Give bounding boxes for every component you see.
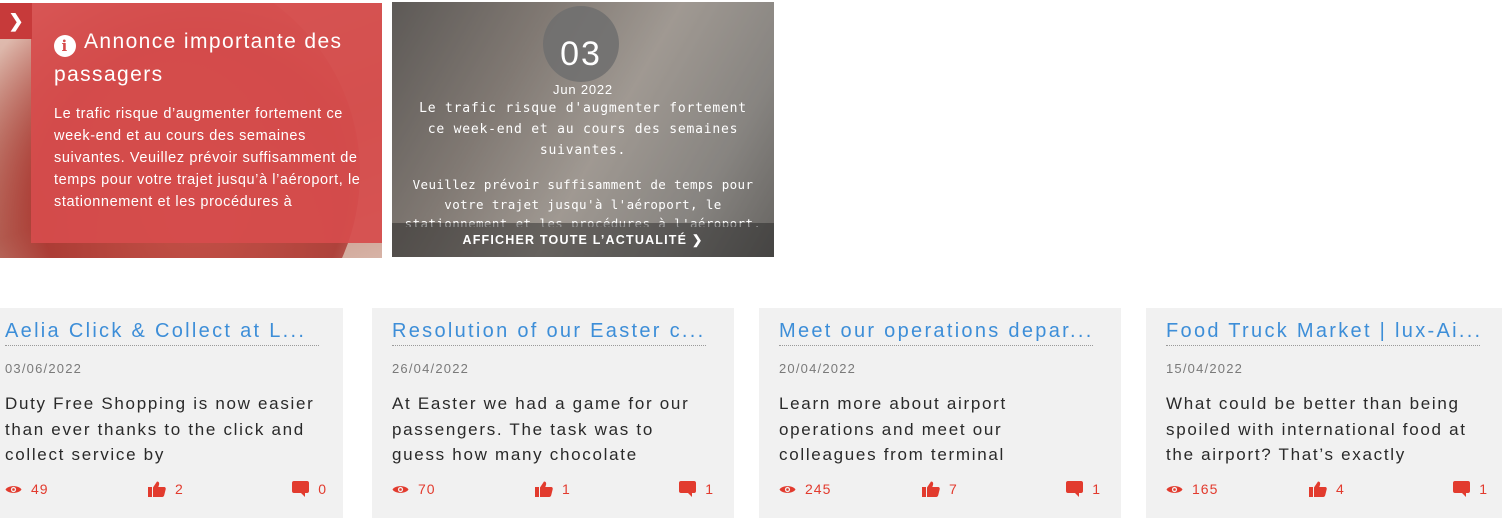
announcement-title-text: Annonce importante des passagers bbox=[54, 30, 343, 86]
announcement-tile: i Annonce importante des passagers Le tra… bbox=[0, 3, 382, 258]
views-count: 49 bbox=[31, 481, 49, 497]
comment-stat[interactable]: 1 bbox=[1453, 481, 1488, 497]
thumbs-up-icon bbox=[922, 481, 940, 497]
like-stat[interactable]: 4 bbox=[1309, 481, 1345, 497]
eye-icon bbox=[1166, 485, 1183, 493]
card-stats: 49 2 0 bbox=[5, 481, 327, 501]
news-card[interactable]: Resolution of our Easter c... 26/04/2022… bbox=[372, 308, 734, 518]
card-date: 03/06/2022 bbox=[5, 361, 83, 376]
thumbs-up-icon bbox=[148, 481, 166, 497]
like-stat[interactable]: 1 bbox=[535, 481, 571, 497]
comment-stat[interactable]: 1 bbox=[679, 481, 714, 497]
comments-count: 1 bbox=[705, 481, 714, 497]
comment-stat[interactable]: 0 bbox=[292, 481, 327, 497]
comments-count: 1 bbox=[1092, 481, 1101, 497]
eye-icon bbox=[5, 485, 22, 493]
comment-icon bbox=[679, 481, 697, 497]
views-stat: 49 bbox=[5, 481, 49, 497]
card-excerpt: Learn more about airport operations and … bbox=[779, 394, 1007, 464]
eye-icon bbox=[392, 485, 409, 493]
thumbs-up-icon bbox=[1309, 481, 1327, 497]
views-stat: 165 bbox=[1166, 481, 1218, 497]
card-date: 15/04/2022 bbox=[1166, 361, 1244, 376]
views-stat: 245 bbox=[779, 481, 831, 497]
news-paragraph-2: Veuillez prévoir suffisamment de temps p… bbox=[404, 177, 762, 227]
card-excerpt: At Easter we had a game for our passenge… bbox=[392, 394, 690, 464]
likes-count: 7 bbox=[949, 481, 958, 497]
comment-stat[interactable]: 1 bbox=[1066, 481, 1101, 497]
show-all-news-link[interactable]: AFFICHER TOUTE L’ACTUALITÉ ❯ bbox=[392, 223, 774, 257]
card-title[interactable]: Aelia Click & Collect at L... bbox=[5, 319, 319, 346]
like-stat[interactable]: 2 bbox=[148, 481, 184, 497]
eye-icon bbox=[779, 485, 796, 493]
chevron-right-icon[interactable]: ❯ bbox=[0, 3, 32, 39]
card-date: 20/04/2022 bbox=[779, 361, 857, 376]
announcement-title: i Annonce importante des passagers bbox=[54, 25, 374, 91]
comments-count: 1 bbox=[1479, 481, 1488, 497]
news-card[interactable]: Aelia Click & Collect at L... 03/06/2022… bbox=[0, 308, 343, 518]
news-paragraph-1: Le trafic risque d'augmenter fortement c… bbox=[419, 101, 747, 158]
news-month: Jun 2022 bbox=[553, 82, 613, 97]
likes-count: 1 bbox=[562, 481, 571, 497]
card-title[interactable]: Food Truck Market | lux-Ai... bbox=[1166, 319, 1480, 346]
comment-icon bbox=[1066, 481, 1084, 497]
news-tile[interactable]: 03 Jun 2022 Le trafic risque d'augmenter… bbox=[392, 2, 774, 257]
likes-count: 2 bbox=[175, 481, 184, 497]
views-count: 245 bbox=[805, 481, 832, 497]
card-stats: 70 1 1 bbox=[392, 481, 714, 501]
info-icon: i bbox=[54, 35, 76, 57]
views-count: 165 bbox=[1192, 481, 1219, 497]
views-stat: 70 bbox=[392, 481, 436, 497]
views-count: 70 bbox=[418, 481, 436, 497]
announcement-panel: i Annonce importante des passagers Le tra… bbox=[31, 3, 382, 243]
thumbs-up-icon bbox=[535, 481, 553, 497]
card-excerpt: What could be better than being spoiled … bbox=[1166, 394, 1467, 464]
card-excerpt: Duty Free Shopping is now easier than ev… bbox=[5, 394, 315, 464]
news-card[interactable]: Meet our operations depar... 20/04/2022 … bbox=[759, 308, 1121, 518]
comment-icon bbox=[292, 481, 310, 497]
news-day: 03 bbox=[543, 6, 619, 82]
comments-count: 0 bbox=[318, 481, 327, 497]
card-date: 26/04/2022 bbox=[392, 361, 470, 376]
card-title[interactable]: Resolution of our Easter c... bbox=[392, 319, 706, 346]
news-card[interactable]: Food Truck Market | lux-Ai... 15/04/2022… bbox=[1146, 308, 1502, 518]
card-stats: 245 7 1 bbox=[779, 481, 1101, 501]
likes-count: 4 bbox=[1336, 481, 1345, 497]
card-title[interactable]: Meet our operations depar... bbox=[779, 319, 1093, 346]
comment-icon bbox=[1453, 481, 1471, 497]
announcement-body: Le trafic risque d’augmenter fortement c… bbox=[54, 106, 361, 210]
card-stats: 165 4 1 bbox=[1166, 481, 1488, 501]
like-stat[interactable]: 7 bbox=[922, 481, 958, 497]
